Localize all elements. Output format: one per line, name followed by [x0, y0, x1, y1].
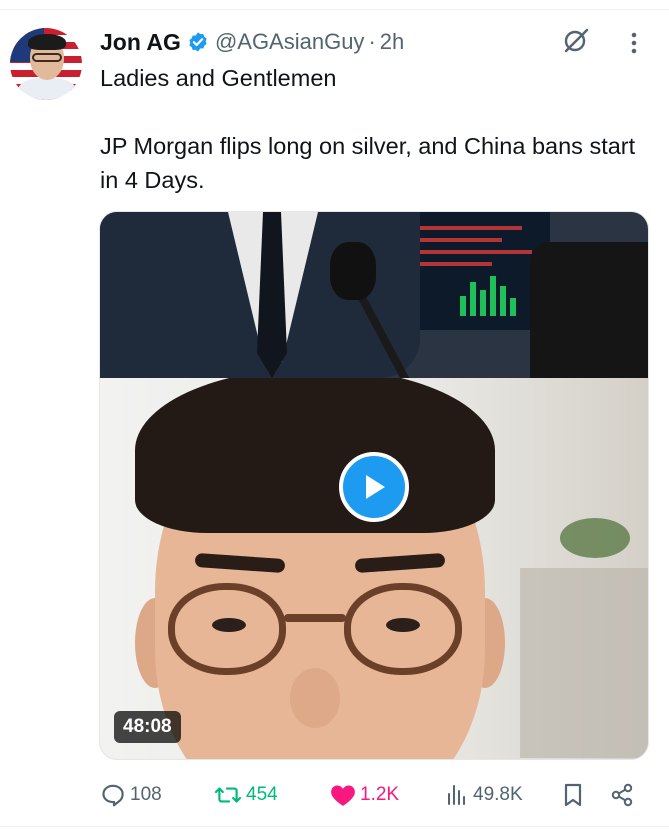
shelf: [520, 568, 648, 758]
play-button[interactable]: [339, 452, 409, 522]
nose: [290, 668, 340, 728]
post-text: Ladies and Gentlemen JP Morgan flips lon…: [100, 61, 640, 197]
post-header: Jon AG @AGAsianGuy · 2h: [100, 27, 404, 57]
avatar-shirt: [18, 78, 76, 100]
post-text-line-1: Ladies and Gentlemen: [100, 65, 337, 91]
like-count: 1.2K: [360, 784, 400, 805]
hair: [135, 378, 495, 533]
like-button[interactable]: 1.2K: [330, 778, 399, 812]
video-player[interactable]: 48:08: [99, 211, 649, 760]
repost-icon: [214, 787, 242, 803]
author-handle[interactable]: @AGAsianGuy: [215, 29, 365, 55]
verified-badge-icon[interactable]: [187, 31, 209, 53]
glasses-lens-left: [168, 583, 286, 675]
video-thumbnail-top-scene: [100, 212, 648, 378]
grok-icon[interactable]: [562, 26, 590, 54]
top-divider: [0, 9, 669, 10]
bookmark-icon: [564, 783, 582, 807]
post-text-line-2: JP Morgan flips long on silver, and Chin…: [100, 133, 636, 193]
author-name[interactable]: Jon AG: [100, 29, 181, 56]
bottom-divider: [0, 826, 669, 827]
share-icon: [611, 783, 633, 807]
microphone: [330, 242, 376, 300]
more-icon[interactable]: [624, 30, 644, 56]
share-button[interactable]: [609, 778, 635, 812]
avatar-glasses: [32, 53, 62, 62]
reply-button[interactable]: 108: [100, 778, 162, 812]
plant: [560, 518, 630, 558]
camera: [530, 242, 648, 378]
views-count: 49.8K: [473, 784, 523, 805]
reply-icon: [102, 784, 124, 807]
repost-count: 454: [246, 784, 278, 805]
video-duration: 48:08: [114, 711, 181, 743]
heart-icon: [331, 785, 355, 806]
avatar[interactable]: [10, 28, 82, 100]
action-bar: 108 454 1.2K 49.8K: [0, 778, 669, 812]
views-icon: [448, 785, 465, 805]
post-timestamp[interactable]: 2h: [380, 29, 404, 55]
bookmark-button[interactable]: [561, 778, 585, 812]
views-button[interactable]: 49.8K: [445, 778, 523, 812]
video-thumbnail-bottom-scene: [100, 378, 648, 759]
repost-button[interactable]: 454: [214, 778, 278, 812]
reply-count: 108: [130, 784, 162, 805]
glasses-bridge: [284, 614, 346, 622]
avatar-hair: [28, 34, 66, 50]
header-separator: ·: [368, 29, 376, 54]
glasses-lens-right: [344, 583, 462, 675]
play-icon: [366, 475, 385, 499]
